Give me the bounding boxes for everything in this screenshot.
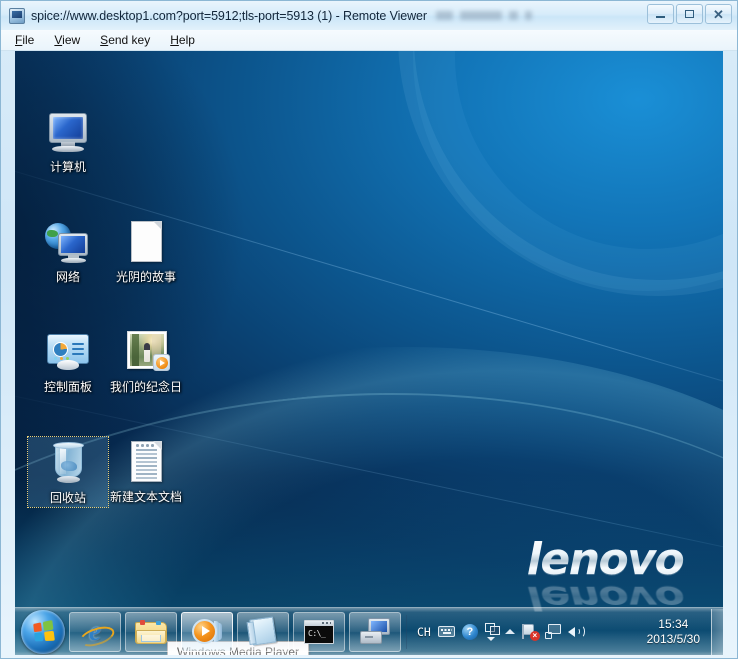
desktop-icon-computer[interactable]: 计算机 xyxy=(29,109,107,174)
ime-options-icon[interactable] xyxy=(484,622,500,641)
desktop-icon-recycle-bin[interactable]: 回收站 xyxy=(27,436,109,508)
menu-item-send-key[interactable]: Send key xyxy=(98,32,152,48)
play-badge-icon xyxy=(153,354,170,371)
internet-explorer-icon: e xyxy=(80,617,110,647)
desktop-icon-label: 网络 xyxy=(55,270,80,284)
desktop-icon-label: 回收站 xyxy=(49,491,86,505)
start-orb-icon[interactable] xyxy=(21,609,65,654)
network-icon xyxy=(44,219,92,267)
title-bar[interactable]: spice://www.desktop1.com?port=5912;tls-p… xyxy=(1,1,737,30)
windows-flag-icon xyxy=(33,619,55,642)
desktop-icon-video-file[interactable]: 我们的纪念日 xyxy=(107,329,185,394)
menu-item-help[interactable]: Help xyxy=(168,32,197,48)
remote-desktop-viewport[interactable]: lenovo lenovo 计算机 网络 光阴的故事 控制面板 我们的纪念日 回… xyxy=(1,51,737,658)
folder-icon xyxy=(135,619,167,645)
action-center-error-badge: × xyxy=(529,631,540,641)
taskbar-button-remote-viewer[interactable] xyxy=(349,611,401,652)
desktop-icon-network[interactable]: 网络 xyxy=(29,219,107,284)
taskbar-button-windows-explorer[interactable] xyxy=(125,611,177,652)
system-tray: CH ? × 15:34 2013/5/30 xyxy=(413,608,723,655)
computer-app-icon xyxy=(360,618,390,645)
taskbar-button-internet-explorer[interactable]: e xyxy=(69,611,121,652)
clock-time: 15:34 xyxy=(658,616,689,631)
minimize-button[interactable] xyxy=(647,4,674,24)
show-hidden-icons-icon[interactable] xyxy=(504,629,515,634)
taskbar: e C:\_ CH ? × 15:34 2013/5/30 xyxy=(15,607,723,655)
desktop-icon-blank-document[interactable]: 光阴的故事 xyxy=(107,219,185,284)
menu-bar: File View Send key Help xyxy=(1,30,737,51)
remote-desktop[interactable]: lenovo lenovo 计算机 网络 光阴的故事 控制面板 我们的纪念日 回… xyxy=(15,51,723,655)
lenovo-wordmark: lenovo xyxy=(505,538,705,582)
redacted-title-suffix xyxy=(435,11,532,20)
desktop-icon-control-panel[interactable]: 控制面板 xyxy=(29,329,107,394)
close-button[interactable]: ✕ xyxy=(705,4,732,24)
text-document-icon xyxy=(122,439,170,487)
taskbar-button-notepad[interactable] xyxy=(237,611,289,652)
remote-viewer-window: spice://www.desktop1.com?port=5912;tls-p… xyxy=(0,0,738,659)
blank-document-icon xyxy=(122,219,170,267)
command-prompt-text: C:\_ xyxy=(308,628,326,638)
ime-help-icon[interactable]: ? xyxy=(461,623,478,640)
media-player-icon xyxy=(192,618,222,645)
desktop-icon-text-document[interactable]: 新建文本文档 xyxy=(107,439,185,504)
menu-item-file[interactable]: File xyxy=(13,32,36,48)
menu-item-view[interactable]: View xyxy=(52,32,82,48)
maximize-icon xyxy=(685,10,694,18)
control-panel-icon xyxy=(44,329,92,377)
computer-icon xyxy=(44,109,92,157)
command-prompt-icon: C:\_ xyxy=(304,619,334,644)
recycle-bin-icon xyxy=(44,440,92,488)
action-center-icon[interactable]: × xyxy=(521,624,540,641)
clock-date: 2013/5/30 xyxy=(646,631,700,646)
taskbar-button-windows-media-player[interactable] xyxy=(181,611,233,652)
chevron-down-icon xyxy=(487,636,496,641)
taskbar-button-command-prompt[interactable]: C:\_ xyxy=(293,611,345,652)
window-title: spice://www.desktop1.com?port=5912;tls-p… xyxy=(31,8,427,23)
desktop-icon-label: 控制面板 xyxy=(43,380,92,394)
remote-viewer-icon xyxy=(9,7,25,24)
notepad-icon xyxy=(246,616,279,647)
taskbar-clock[interactable]: 15:34 2013/5/30 xyxy=(647,617,700,647)
desktop-icon-label: 我们的纪念日 xyxy=(109,380,182,394)
maximize-button[interactable] xyxy=(676,4,703,24)
video-file-icon xyxy=(122,329,170,377)
close-icon: ✕ xyxy=(713,6,724,22)
desktop-icon-label: 新建文本文档 xyxy=(109,490,182,504)
taskbar-divider xyxy=(406,614,407,649)
window-controls: ✕ xyxy=(647,4,732,24)
volume-icon[interactable] xyxy=(567,624,586,639)
network-icon[interactable] xyxy=(544,624,561,639)
desktop-icon-label: 计算机 xyxy=(49,160,86,174)
ime-keyboard-icon[interactable] xyxy=(437,626,455,637)
show-desktop-button[interactable] xyxy=(711,608,723,655)
desktop-icon-label: 光阴的故事 xyxy=(115,270,176,284)
minimize-icon xyxy=(656,16,665,18)
ime-language-indicator[interactable]: CH xyxy=(417,625,431,639)
